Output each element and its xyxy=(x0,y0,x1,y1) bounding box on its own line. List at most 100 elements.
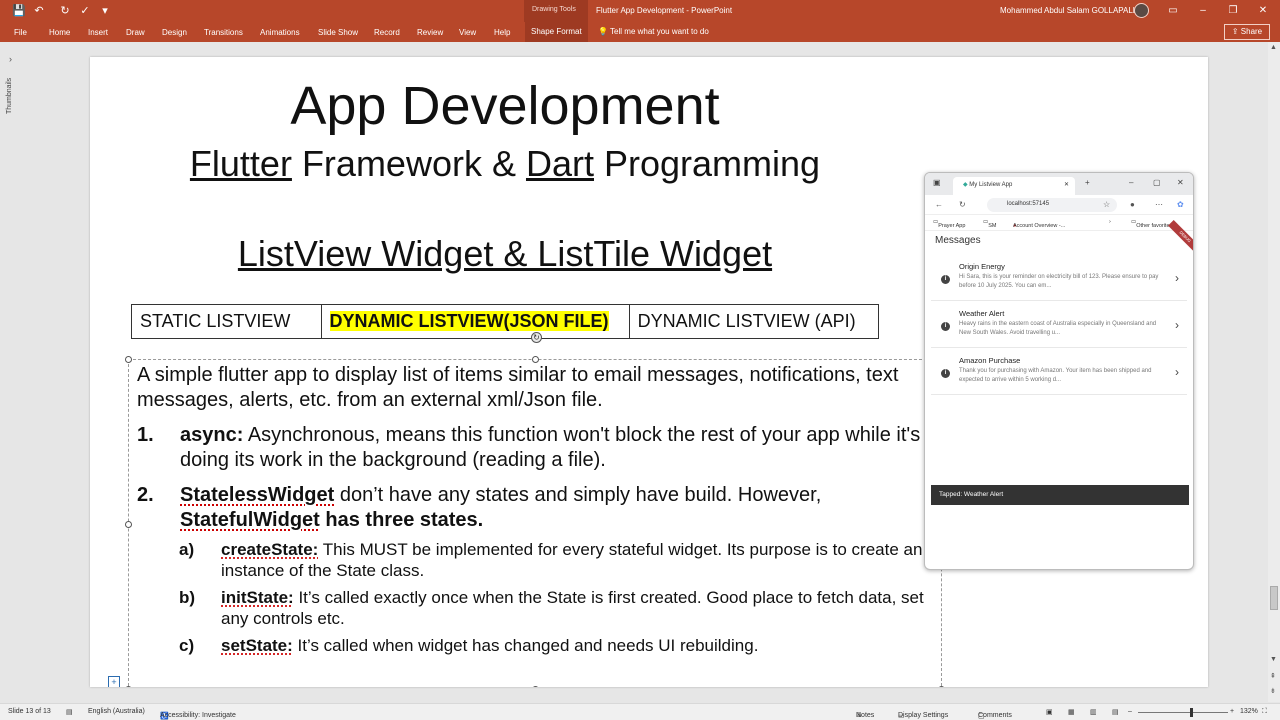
thumbnails-label[interactable]: Thumbnails xyxy=(6,78,13,114)
tab-actions-icon: ▣ xyxy=(933,178,941,187)
subtitle-end: Programming xyxy=(594,143,821,184)
keyword-setstate: setState: xyxy=(221,636,293,655)
restore-icon[interactable]: ❐ xyxy=(1224,3,1242,19)
resize-handle[interactable] xyxy=(125,356,132,363)
slide-canvas[interactable]: App Development Flutter Framework & Dart… xyxy=(90,57,1208,687)
vertical-scrollbar[interactable]: ▲ ▼ ⇞ ⇟ xyxy=(1268,42,1280,702)
tab-review[interactable]: Review xyxy=(417,28,443,37)
favorite-star-icon: ☆ xyxy=(1103,200,1111,209)
tab-view[interactable]: View xyxy=(459,28,476,37)
tab-animations[interactable]: Animations xyxy=(260,28,300,37)
close-icon[interactable]: ✕ xyxy=(1254,3,1272,19)
subtitle-flutter: Flutter xyxy=(189,143,292,184)
slide-title[interactable]: App Development xyxy=(90,75,920,137)
share-label: Share xyxy=(1240,27,1263,36)
save-icon[interactable]: 💾 xyxy=(12,4,26,18)
resize-handle[interactable] xyxy=(532,686,539,687)
next-slide-icon[interactable]: ⇟ xyxy=(1270,687,1276,695)
ribbon-tabs: File Home Insert Draw Design Transitions… xyxy=(0,22,1280,42)
zoom-slider[interactable] xyxy=(1138,712,1228,713)
intro-paragraph: A simple flutter app to display list of … xyxy=(137,364,899,411)
spelling-status-icon[interactable]: ▤ xyxy=(66,708,73,716)
tab-home[interactable]: Home xyxy=(49,28,70,37)
list-item: i Weather Alert Heavy rains in the easte… xyxy=(931,304,1187,348)
subtitle-dart: Dart xyxy=(525,143,594,184)
table-cell-dynamic-api[interactable]: DYNAMIC LISTVIEW (API) xyxy=(630,305,878,338)
tab-insert[interactable]: Insert xyxy=(88,28,108,37)
keyword-statefulwidget: StatefulWidget xyxy=(180,509,320,531)
item-text: don’t have any states and simply have bu… xyxy=(334,484,822,506)
tell-me-search[interactable]: 💡 Tell me what you want to do xyxy=(598,27,709,36)
section-title[interactable]: ListView Widget & ListTile Widget xyxy=(90,233,920,275)
address-field: localhost:57145 xyxy=(987,198,1117,212)
display-settings-label: Display Settings xyxy=(898,712,949,719)
tab-draw[interactable]: Draw xyxy=(126,28,145,37)
tab-help[interactable]: Help xyxy=(494,28,510,37)
browser-tab-title: My Listview App xyxy=(969,182,1013,188)
resize-handle[interactable] xyxy=(938,686,945,687)
zoom-in-icon[interactable]: + xyxy=(1230,708,1234,715)
undo-icon[interactable]: ↶ xyxy=(32,4,46,18)
item-text-bold: has three states. xyxy=(319,509,484,531)
browser-maximize-icon: ▢ xyxy=(1153,178,1161,187)
table-cell-static[interactable]: STATIC LISTVIEW xyxy=(132,305,322,338)
resize-handle[interactable] xyxy=(532,356,539,363)
keyword-statelesswidget: StatelessWidget xyxy=(180,484,335,506)
more-icon: ⋯ xyxy=(1155,200,1163,209)
zoom-slider-knob[interactable] xyxy=(1190,708,1193,717)
scroll-thumb[interactable] xyxy=(1270,586,1278,610)
favorites-bar: ▭ Prayer App ▭ SM ● Account Overview -..… xyxy=(925,215,1193,231)
resize-handle[interactable] xyxy=(125,686,132,687)
slide-sorter-icon[interactable]: ▦ xyxy=(1068,708,1075,716)
tab-record[interactable]: Record xyxy=(374,28,400,37)
info-icon: i xyxy=(941,275,950,284)
share-button[interactable]: ⇪ Share xyxy=(1224,24,1270,40)
zoom-level[interactable]: 132% xyxy=(1240,708,1258,715)
normal-view-icon[interactable]: ▣ xyxy=(1046,708,1053,716)
ribbon-display-icon[interactable]: ▭ xyxy=(1164,3,1182,19)
previous-slide-icon[interactable]: ⇞ xyxy=(1270,672,1276,680)
tab-transitions[interactable]: Transitions xyxy=(204,28,243,37)
share-icon: ⇪ xyxy=(1231,27,1241,36)
message-body: Hi Sara, this is your reminder on electr… xyxy=(959,274,1159,289)
profile-icon: ● xyxy=(1130,200,1135,209)
content-textbox[interactable]: A simple flutter app to display list of … xyxy=(137,363,927,656)
accessibility-label: Accessibility: Investigate xyxy=(160,712,236,719)
tab-shape-format[interactable]: Shape Format xyxy=(525,22,588,42)
listview-types-table[interactable]: STATIC LISTVIEW DYNAMIC LISTVIEW(JSON FI… xyxy=(131,304,879,339)
sub-item-letter: c) xyxy=(179,636,195,655)
table-cell-dynamic-json[interactable]: DYNAMIC LISTVIEW(JSON FILE) xyxy=(322,305,630,338)
layout-options-icon[interactable]: + xyxy=(108,676,120,687)
scroll-up-icon[interactable]: ▲ xyxy=(1270,44,1277,51)
language-status[interactable]: English (Australia) xyxy=(88,708,145,715)
avatar[interactable] xyxy=(1134,3,1149,18)
favorite-label: SM xyxy=(988,223,997,229)
browser-screenshot[interactable]: ▣ ◆ My Listview App ✕ + – ▢ ✕ ← ↻ localho… xyxy=(924,172,1194,570)
item-number: 2. xyxy=(137,484,154,506)
chevron-right-icon: › xyxy=(1175,271,1179,285)
reading-view-icon[interactable]: ▥ xyxy=(1090,708,1097,716)
tab-design[interactable]: Design xyxy=(162,28,187,37)
tab-slide-show[interactable]: Slide Show xyxy=(318,28,358,37)
user-name[interactable]: Mohammed Abdul Salam GOLLAPALLI xyxy=(1000,6,1139,15)
redo-icon[interactable]: ↻ xyxy=(58,4,72,18)
fit-slide-icon[interactable]: ⛶ xyxy=(1262,708,1267,716)
resize-handle[interactable] xyxy=(125,521,132,528)
copilot-icon: ✿ xyxy=(1177,200,1184,209)
zoom-out-icon[interactable]: – xyxy=(1128,708,1132,715)
spelling-icon[interactable]: ✓ xyxy=(78,4,92,18)
browser-tab-bar: ▣ ◆ My Listview App ✕ + – ▢ ✕ xyxy=(925,173,1193,195)
scroll-down-icon[interactable]: ▼ xyxy=(1270,656,1277,663)
slideshow-view-icon[interactable]: ▤ xyxy=(1112,708,1119,716)
slide-subtitle[interactable]: Flutter Framework & Dart Programming xyxy=(90,143,920,185)
chevron-right-icon: › xyxy=(1175,318,1179,332)
slide-counter: Slide 13 of 13 xyxy=(8,708,51,715)
comments-label: Comments xyxy=(978,712,1012,719)
favorite-label: Account Overview -... xyxy=(1013,223,1066,229)
customize-quick-access-icon[interactable]: ▾ xyxy=(98,4,112,18)
tab-file[interactable]: File xyxy=(14,28,27,37)
sub-item-letter: b) xyxy=(179,588,196,607)
rotate-handle[interactable]: ↻ xyxy=(531,332,542,343)
minimize-icon[interactable]: – xyxy=(1194,3,1212,19)
expand-thumbnails-icon[interactable]: › xyxy=(9,54,12,64)
